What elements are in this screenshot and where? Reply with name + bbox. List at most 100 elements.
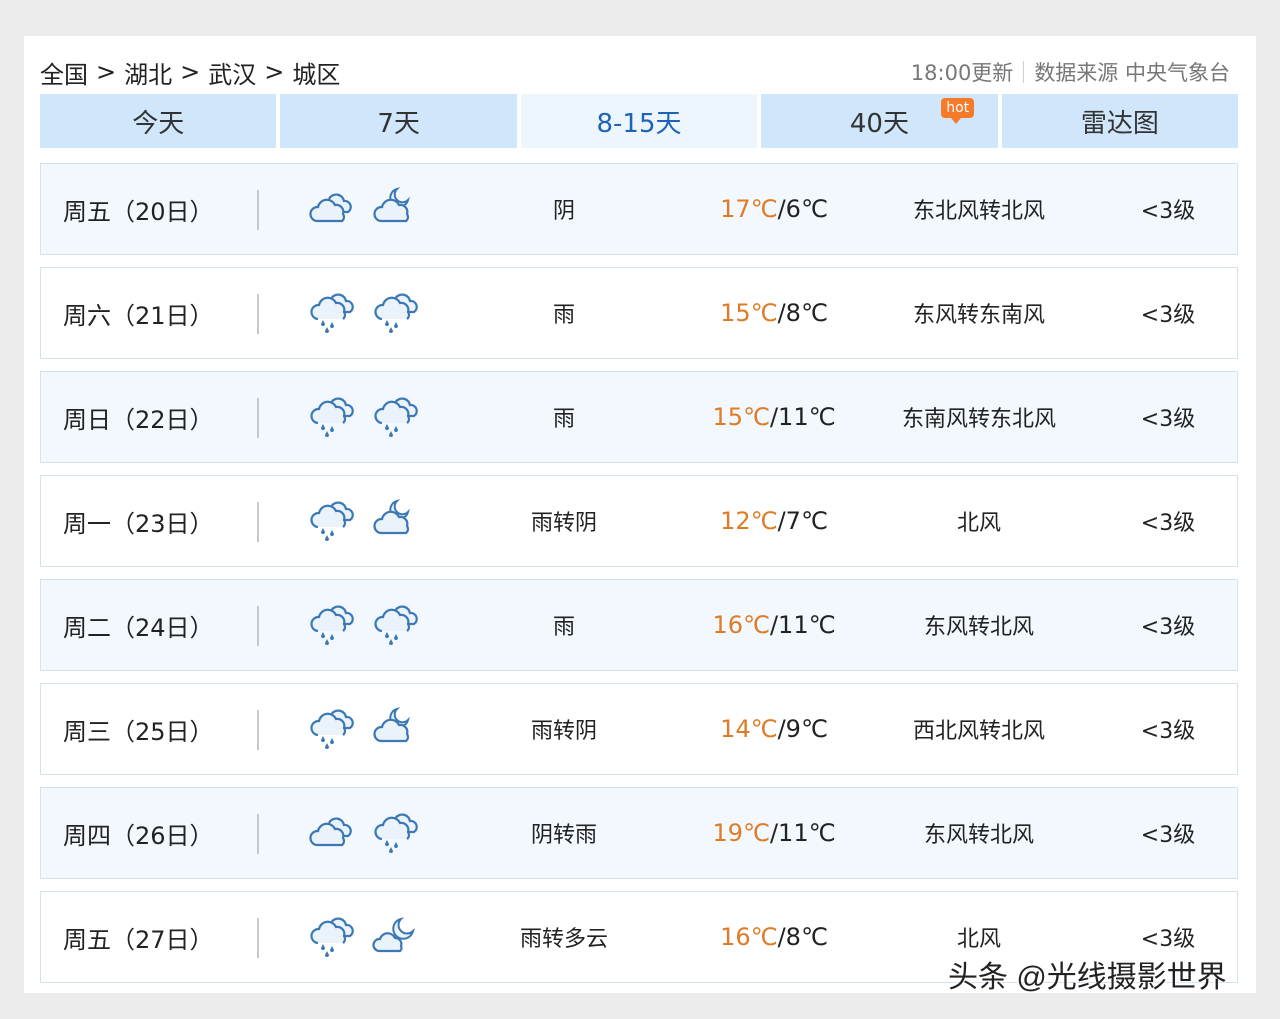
weather-condition: 阴 [552, 199, 575, 224]
breadcrumb-separator: > [264, 58, 285, 86]
rain-icon [307, 393, 357, 441]
forecast-list: 周五（20日）阴 17℃/6℃ 东北风转北风 <3级 周六（21日）雨 15℃/8℃ 东风转… [40, 163, 1238, 995]
weather-condition: 雨转阴 [530, 511, 597, 536]
wind-level: <3级 [1140, 511, 1196, 536]
weather-icons [259, 913, 439, 961]
forecast-date: 周一（23日） [41, 476, 259, 566]
cloudy-icon [307, 809, 357, 857]
wind-direction: 东南风转东北风 [901, 407, 1056, 432]
wind-level: <3级 [1140, 407, 1196, 432]
cloudy-night-icon [371, 497, 421, 545]
temp-high: 15℃ [712, 403, 770, 431]
forecast-row: 周四（26日） 阴转雨 19℃/11℃ 东风转北风 <3级 [40, 787, 1238, 879]
breadcrumb-separator: > [180, 58, 201, 86]
forecast-date: 周二（24日） [41, 580, 259, 670]
wind-level: <3级 [1140, 719, 1196, 744]
temp-separator: / [769, 403, 779, 431]
partly-cloudy-night-icon [371, 913, 421, 961]
forecast-date: 周日（22日） [41, 372, 259, 462]
rain-icon [307, 705, 357, 753]
tab-label: 40天 [849, 108, 909, 139]
rain-icon [307, 601, 357, 649]
temp-low: 9℃ [785, 715, 828, 743]
rain-icon [307, 289, 357, 337]
forecast-date: 周三（25日） [41, 684, 259, 774]
wind-direction: 东风转北风 [923, 615, 1034, 640]
temp-high: 12℃ [720, 507, 778, 535]
hot-badge: hot [941, 98, 975, 124]
wind-level: <3级 [1140, 303, 1196, 328]
tab-label: 今天 [132, 108, 185, 139]
wind-direction: 东北风转北风 [912, 199, 1045, 224]
tab-today[interactable]: 今天 [40, 94, 277, 148]
temperature: 12℃/7℃ [689, 507, 859, 535]
temp-low: 11℃ [778, 819, 836, 847]
rain-icon [371, 393, 421, 441]
temp-high: 15℃ [720, 299, 778, 327]
weather-icons [259, 601, 439, 649]
weather-condition: 雨转阴 [530, 719, 597, 744]
temp-separator: / [777, 923, 786, 951]
tab-8-15days[interactable]: 8-15天 [520, 94, 758, 148]
wind-direction: 北风 [956, 927, 1001, 952]
tab-label: 8-15天 [596, 108, 682, 139]
breadcrumb-item-city[interactable]: 武汉 [208, 55, 256, 90]
forecast-row: 周六（21日） 雨 15℃/8℃ 东风转东南风 <3级 [40, 267, 1238, 359]
weather-condition: 阴转雨 [530, 823, 597, 848]
forecast-tabs: 今天 7天 8-15天 40天 hot 雷达图 [40, 94, 1239, 148]
wind-direction: 北风 [956, 511, 1001, 536]
temp-low: 8℃ [785, 923, 828, 951]
weather-icons [259, 185, 439, 233]
temperature: 14℃/9℃ [689, 715, 859, 743]
temp-separator: / [769, 819, 779, 847]
tab-label: 雷达图 [1080, 108, 1159, 139]
temp-low: 6℃ [785, 195, 828, 223]
breadcrumb-item-province[interactable]: 湖北 [124, 55, 172, 90]
temperature: 16℃/8℃ [689, 923, 859, 951]
temperature: 15℃/8℃ [689, 299, 859, 327]
forecast-date: 周六（21日） [41, 268, 259, 358]
temp-low: 11℃ [778, 611, 836, 639]
rain-icon [371, 601, 421, 649]
data-source: 数据来源 中央气象台 [1034, 61, 1230, 85]
breadcrumb: 全国 > 湖北 > 武汉 > 城区 [40, 55, 340, 90]
tab-label: 7天 [377, 108, 420, 139]
temp-separator: / [777, 715, 786, 743]
temp-high: 14℃ [720, 715, 778, 743]
temp-separator: / [769, 611, 779, 639]
rain-icon [307, 497, 357, 545]
temp-high: 17℃ [720, 195, 778, 223]
forecast-row: 周五（20日） 阴 17℃/6℃ 东北风转北风 <3级 [40, 163, 1238, 255]
wind-level: <3级 [1140, 927, 1196, 952]
rain-icon [307, 913, 357, 961]
weather-icons [259, 289, 439, 337]
top-bar: 全国 > 湖北 > 武汉 > 城区 18:00更新 数据来源 中央气象台 [40, 52, 1230, 92]
wind-level: <3级 [1140, 199, 1196, 224]
divider [1023, 61, 1025, 83]
temp-low: 11℃ [778, 403, 836, 431]
forecast-row: 周一（23日） 雨转阴 12℃/7℃ 北风 <3级 [40, 475, 1238, 567]
breadcrumb-item-district: 城区 [292, 60, 341, 89]
tab-40days[interactable]: 40天 hot [761, 94, 998, 148]
forecast-date: 周四（26日） [41, 788, 259, 878]
weather-icons [259, 809, 439, 857]
temp-high: 19℃ [712, 819, 770, 847]
tab-radar[interactable]: 雷达图 [1001, 94, 1239, 148]
temp-high: 16℃ [720, 923, 778, 951]
temperature: 15℃/11℃ [689, 403, 859, 431]
forecast-row: 周三（25日） 雨转阴 14℃/9℃ 西北风转北风 <3级 [40, 683, 1238, 775]
weather-condition: 雨 [552, 407, 575, 432]
update-time: 18:00更新 [910, 61, 1014, 85]
forecast-row: 周日（22日） 雨 15℃/11℃ 东南风转东北风 <3级 [40, 371, 1238, 463]
wind-level: <3级 [1140, 823, 1196, 848]
weather-icons [259, 497, 439, 545]
wind-direction: 东风转北风 [923, 823, 1034, 848]
temp-separator: / [777, 299, 786, 327]
temperature: 19℃/11℃ [689, 819, 859, 847]
tab-7days[interactable]: 7天 [280, 94, 517, 148]
temp-low: 8℃ [785, 299, 828, 327]
temp-low: 7℃ [785, 507, 828, 535]
breadcrumb-item-country[interactable]: 全国 [40, 55, 88, 90]
wind-direction: 东风转东南风 [912, 303, 1045, 328]
watermark: 头条 @光线摄影世界 [948, 961, 1227, 994]
